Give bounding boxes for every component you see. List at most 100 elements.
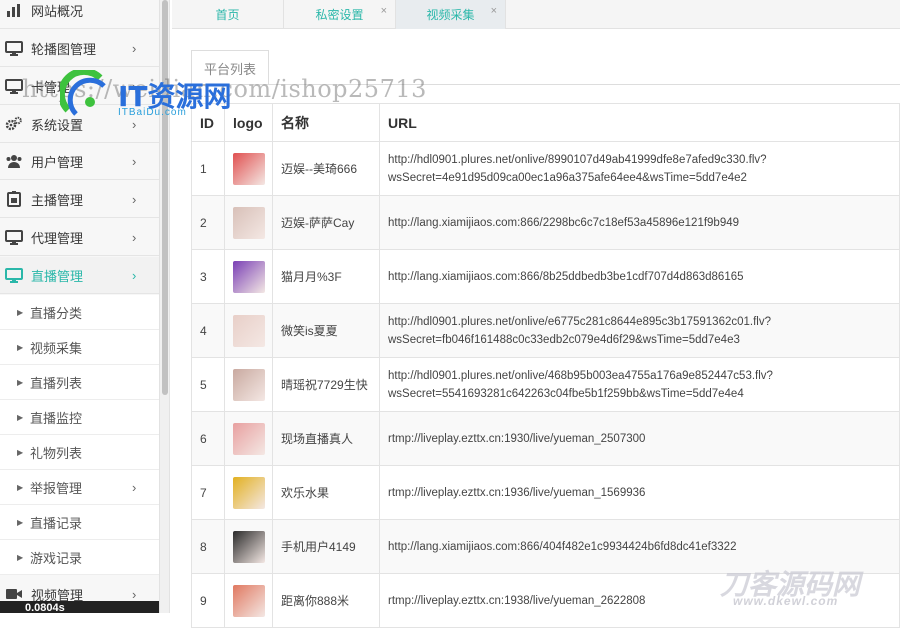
sidebar-item-anchors[interactable]: 主播管理 › — [0, 181, 159, 218]
sidebar-item-overview[interactable]: 网站概况 — [0, 0, 159, 29]
monitor-icon — [5, 267, 23, 283]
sidebar-subitem-game-record[interactable]: ▶ 游戏记录 — [0, 540, 159, 575]
badge-icon — [5, 191, 23, 207]
column-header-url: URL — [379, 103, 900, 142]
tab-bar: 首页 私密设置 × 视频采集 × — [172, 0, 900, 29]
tab-label: 首页 — [215, 8, 240, 22]
cell-url: http://lang.xiamijiaos.com:866/2298bc6c7… — [379, 195, 900, 250]
cell-name: 微笑is夏夏 — [272, 303, 380, 358]
stream-thumbnail — [233, 260, 265, 293]
table-row: 7 欢乐水果 rtmp://liveplay.ezttx.cn:1936/live/… — [191, 465, 900, 520]
bar-chart-icon — [5, 2, 23, 18]
cell-url: http://lang.xiamijiaos.com:866/8b25ddbed… — [379, 249, 900, 304]
caret-right-icon: ▶ — [17, 517, 24, 527]
caret-right-icon: ▶ — [17, 482, 24, 492]
sidebar-subitem-live-record[interactable]: ▶ 直播记录 — [0, 505, 159, 540]
cell-id: 7 — [191, 465, 225, 520]
monitor-icon — [5, 229, 23, 245]
cell-url: http://hdl0901.plures.net/onlive/e6775c2… — [379, 303, 900, 358]
url-line: http://hdl0901.plures.net/onlive/468b95b… — [388, 369, 773, 382]
sidebar-subitem-live-monitor[interactable]: ▶ 直播监控 — [0, 400, 159, 435]
table-row: 2 迈娱-萨萨Cay http://lang.xiamijiaos.com:866/… — [191, 195, 900, 250]
sidebar-item-agents[interactable]: 代理管理 › — [0, 219, 159, 256]
sidebar-subitem-live-list[interactable]: ▶ 直播列表 — [0, 365, 159, 400]
caret-right-icon: ▶ — [17, 307, 24, 317]
monitor-icon — [5, 78, 23, 94]
table-row: 5 晴瑶祝7729生快 http://hdl0901.plures.net/onli… — [191, 357, 900, 412]
caret-right-icon: ▶ — [17, 412, 24, 422]
cell-logo — [224, 357, 273, 412]
close-icon[interactable]: × — [381, 5, 387, 17]
sidebar-subitem-live-category[interactable]: ▶ 直播分类 — [0, 295, 159, 330]
sidebar-subitem-label: 直播分类 — [30, 305, 83, 321]
monitor-icon — [5, 40, 23, 56]
chevron-right-icon: › — [132, 479, 137, 495]
sidebar-item-label: 直播管理 — [31, 268, 84, 284]
cell-name: 手机用户4149 — [272, 519, 380, 574]
video-camera-icon — [5, 586, 23, 602]
cell-logo — [224, 195, 273, 250]
stream-thumbnail — [233, 530, 265, 563]
render-time-badge: 0.0804s — [0, 601, 159, 613]
sidebar-item-users[interactable]: 用户管理 › — [0, 143, 159, 180]
cell-id: 6 — [191, 411, 225, 466]
url-line: http://hdl0901.plures.net/onlive/8990107… — [388, 153, 767, 166]
cell-logo — [224, 573, 273, 628]
caret-right-icon: ▶ — [17, 377, 24, 387]
sidebar-item-label: 代理管理 — [31, 230, 84, 246]
sidebar-subitem-gift-list[interactable]: ▶ 礼物列表 — [0, 435, 159, 470]
tab-video-collect[interactable]: 视频采集 × — [396, 0, 506, 29]
scrollbar-thumb[interactable] — [162, 0, 168, 395]
sidebar-item-carousel[interactable]: 轮播图管理 › — [0, 30, 159, 67]
watermark-corner-subtext: www.dkewl.com — [733, 594, 839, 608]
stream-thumbnail — [233, 314, 265, 347]
cell-id: 3 — [191, 249, 225, 304]
column-header-name: 名称 — [272, 103, 380, 142]
cell-name: 欢乐水果 — [272, 465, 380, 520]
cell-id: 4 — [191, 303, 225, 358]
cell-name: 距离你888米 — [272, 573, 380, 628]
sidebar-subitem-label: 礼物列表 — [30, 445, 83, 461]
cell-logo — [224, 465, 273, 520]
sidebar-subitem-label: 举报管理 — [30, 480, 83, 496]
chevron-right-icon: › — [132, 229, 137, 245]
table-row: 1 迈娱--美琦666 http://hdl0901.plures.net/onli… — [191, 141, 900, 196]
stream-thumbnail — [233, 368, 265, 401]
cell-name: 现场直播真人 — [272, 411, 380, 466]
sidebar-subitem-report[interactable]: ▶ 举报管理 › — [0, 470, 159, 505]
close-icon[interactable]: × — [491, 5, 497, 17]
url-line: rtmp://liveplay.ezttx.cn:1930/live/yuema… — [388, 432, 646, 445]
chevron-right-icon: › — [132, 586, 137, 602]
table-row: 3 猫月月%3F http://lang.xiamijiaos.com:866/8b… — [191, 249, 900, 304]
sidebar-subitem-video-collect[interactable]: ▶ 视频采集 — [0, 330, 159, 365]
cell-id: 1 — [191, 141, 225, 196]
cell-id: 2 — [191, 195, 225, 250]
cell-id: 5 — [191, 357, 225, 412]
tab-privacy-settings[interactable]: 私密设置 × — [284, 0, 396, 29]
sidebar-item-label: 主播管理 — [31, 192, 84, 208]
cell-name: 迈娱--美琦666 — [272, 141, 380, 196]
sidebar-subitem-label: 视频采集 — [30, 340, 83, 356]
sidebar-subitem-label: 直播列表 — [30, 375, 83, 391]
tab-home[interactable]: 首页 — [172, 0, 284, 29]
watermark-logo-subtext: ITBaiDu.com — [118, 107, 187, 118]
cell-url: http://hdl0901.plures.net/onlive/468b95b… — [379, 357, 900, 412]
stream-thumbnail — [233, 422, 265, 455]
cell-url: rtmp://liveplay.ezttx.cn:1936/live/yuema… — [379, 465, 900, 520]
url-line: http://lang.xiamijiaos.com:866/404f482e1… — [388, 540, 737, 553]
cell-name: 猫月月%3F — [272, 249, 380, 304]
cell-logo — [224, 411, 273, 466]
gears-icon — [5, 116, 23, 132]
caret-right-icon: ▶ — [17, 447, 24, 457]
tab-label: 视频采集 — [426, 8, 475, 22]
cell-logo — [224, 141, 273, 196]
table-header-row: ID logo 名称 URL — [191, 103, 900, 142]
url-line: wsSecret=fb046f161488c0c33edb2c079e4d6f2… — [388, 333, 740, 346]
sidebar-item-live[interactable]: 直播管理 › — [0, 257, 159, 294]
stream-thumbnail — [233, 152, 265, 185]
sidebar-item-label: 网站概况 — [31, 3, 84, 19]
sidebar-subitem-label: 直播监控 — [30, 410, 83, 426]
tab-label: 私密设置 — [315, 8, 364, 22]
chevron-right-icon: › — [132, 267, 137, 283]
cell-url: rtmp://liveplay.ezttx.cn:1930/live/yuema… — [379, 411, 900, 466]
